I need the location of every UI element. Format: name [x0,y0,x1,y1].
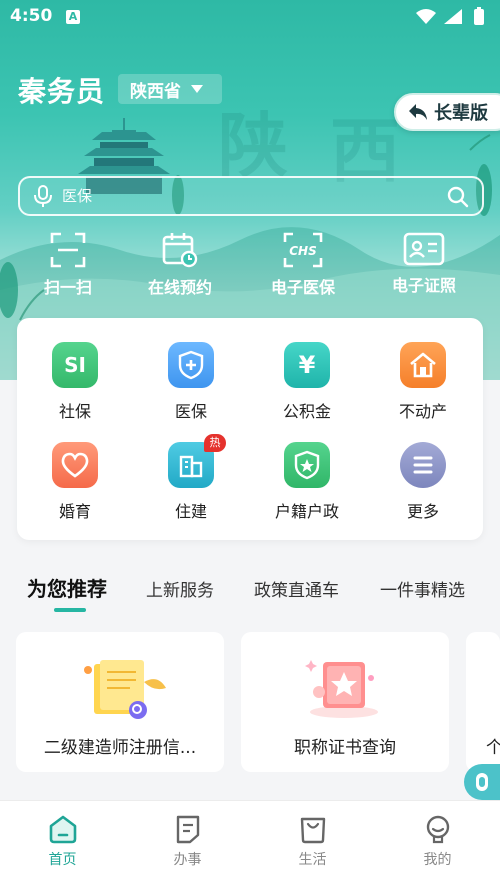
service-medical-insurance[interactable]: 医保 [133,342,249,422]
tab-one-thing[interactable]: 一件事精选 [380,576,465,601]
quick-action-label: 电子证照 [391,276,456,295]
document-icon [176,815,199,844]
recommend-tabs: 为您推荐 上新服务 政策直通车 一件事精选 [0,568,500,616]
services-grid: SI 社保 医保 ¥ 公积金 不动产 婚育 热 住建 户籍户政 更多 [17,318,483,540]
home-icon [49,815,76,844]
service-label: 公积金 [282,402,331,421]
nav-life[interactable]: 生活 [250,813,375,869]
recommend-card[interactable]: 个 [466,632,500,772]
search-icon[interactable] [446,185,470,209]
hot-badge: 热 [204,434,226,452]
house-icon [400,342,446,388]
quick-action-medical-card[interactable]: CHS 电子医保 [243,232,363,298]
certificate-search-illustration [84,660,166,719]
quick-actions: 扫一扫 在线预约 CHS 电子医保 电子证照 [0,232,500,302]
signal-battery-icons [416,7,484,25]
recommend-card[interactable]: 职称证书查询 [241,632,449,772]
tab-for-you[interactable]: 为您推荐 [27,573,107,602]
service-more[interactable]: 更多 [365,442,481,522]
service-label: 更多 [406,502,439,521]
quick-action-e-license[interactable]: 电子证照 [364,232,484,296]
recommend-card-title: 职称证书查询 [294,738,396,758]
search-bar[interactable] [18,176,484,216]
floating-assistant-button[interactable] [464,764,500,800]
service-marriage-birth[interactable]: 婚育 [17,442,133,522]
service-label: 不动产 [398,402,447,421]
status-bar: 4:50 A [0,0,500,34]
recommend-card-title: 二级建造师注册信... [43,738,197,758]
svg-text:陕: 陕 [218,104,288,187]
microphone-icon[interactable] [32,184,54,208]
elder-mode-button[interactable]: 长辈版 [394,93,500,131]
quick-action-scan[interactable]: 扫一扫 [8,232,128,298]
service-label: 婚育 [58,502,91,521]
bottom-nav: 首页 办事 生活 我的 [0,800,500,888]
scan-icon [50,232,86,268]
tab-new-services[interactable]: 上新服务 [146,576,214,601]
quick-action-appointment[interactable]: 在线预约 [120,232,240,298]
service-real-estate[interactable]: 不动产 [365,342,481,422]
svg-text:CHS: CHS [289,244,317,258]
quick-action-label: 扫一扫 [43,278,92,297]
quick-action-label: 在线预约 [147,278,212,297]
notification-icon: A [66,10,80,24]
service-housing-fund[interactable]: ¥ 公积金 [249,342,365,422]
active-tab-indicator [54,608,86,612]
si-social-security-icon: SI [52,342,98,388]
caret-down-icon [191,85,203,93]
tab-policy[interactable]: 政策直通车 [254,576,339,601]
profile-icon [426,815,449,844]
recommend-card-title: 个 [486,738,500,758]
user-name: 秦务员 [18,75,106,108]
search-input[interactable] [62,187,422,205]
service-label: 户籍户政 [274,502,339,521]
nav-home[interactable]: 首页 [0,813,125,869]
service-housing-construction[interactable]: 热 住建 [133,434,249,522]
status-time: 4:50 [10,6,53,26]
medical-shield-icon [168,342,214,388]
service-social-security[interactable]: SI 社保 [17,342,133,422]
id-card-icon [403,232,445,266]
nav-services[interactable]: 办事 [125,813,250,869]
province-selector[interactable]: 陕西省 [118,74,222,104]
quick-action-label: 电子医保 [270,278,335,297]
assistant-icon [476,773,488,791]
shopping-bag-icon [300,817,325,844]
heart-icon [52,442,98,488]
star-certificate-illustration [305,660,378,718]
service-label: 社保 [58,402,91,421]
calendar-clock-icon [162,233,198,268]
recommend-card[interactable]: 二级建造师注册信... [16,632,224,772]
nav-mine[interactable]: 我的 [375,813,500,869]
chs-medical-card-icon: CHS [283,232,323,268]
police-badge-icon [284,442,330,488]
nav-label: 我的 [423,852,452,868]
service-label: 医保 [174,402,207,421]
reply-arrow-icon [409,104,427,120]
nav-label: 首页 [48,852,77,868]
more-list-icon [400,442,446,488]
service-household-registration[interactable]: 户籍户政 [249,442,365,522]
nav-label: 办事 [173,852,202,868]
yuan-icon: ¥ [284,342,330,388]
elder-mode-label: 长辈版 [434,103,488,124]
building-icon: 热 [168,434,226,488]
service-label: 住建 [174,502,207,521]
nav-label: 生活 [298,852,327,868]
province-label: 陕西省 [130,81,181,102]
